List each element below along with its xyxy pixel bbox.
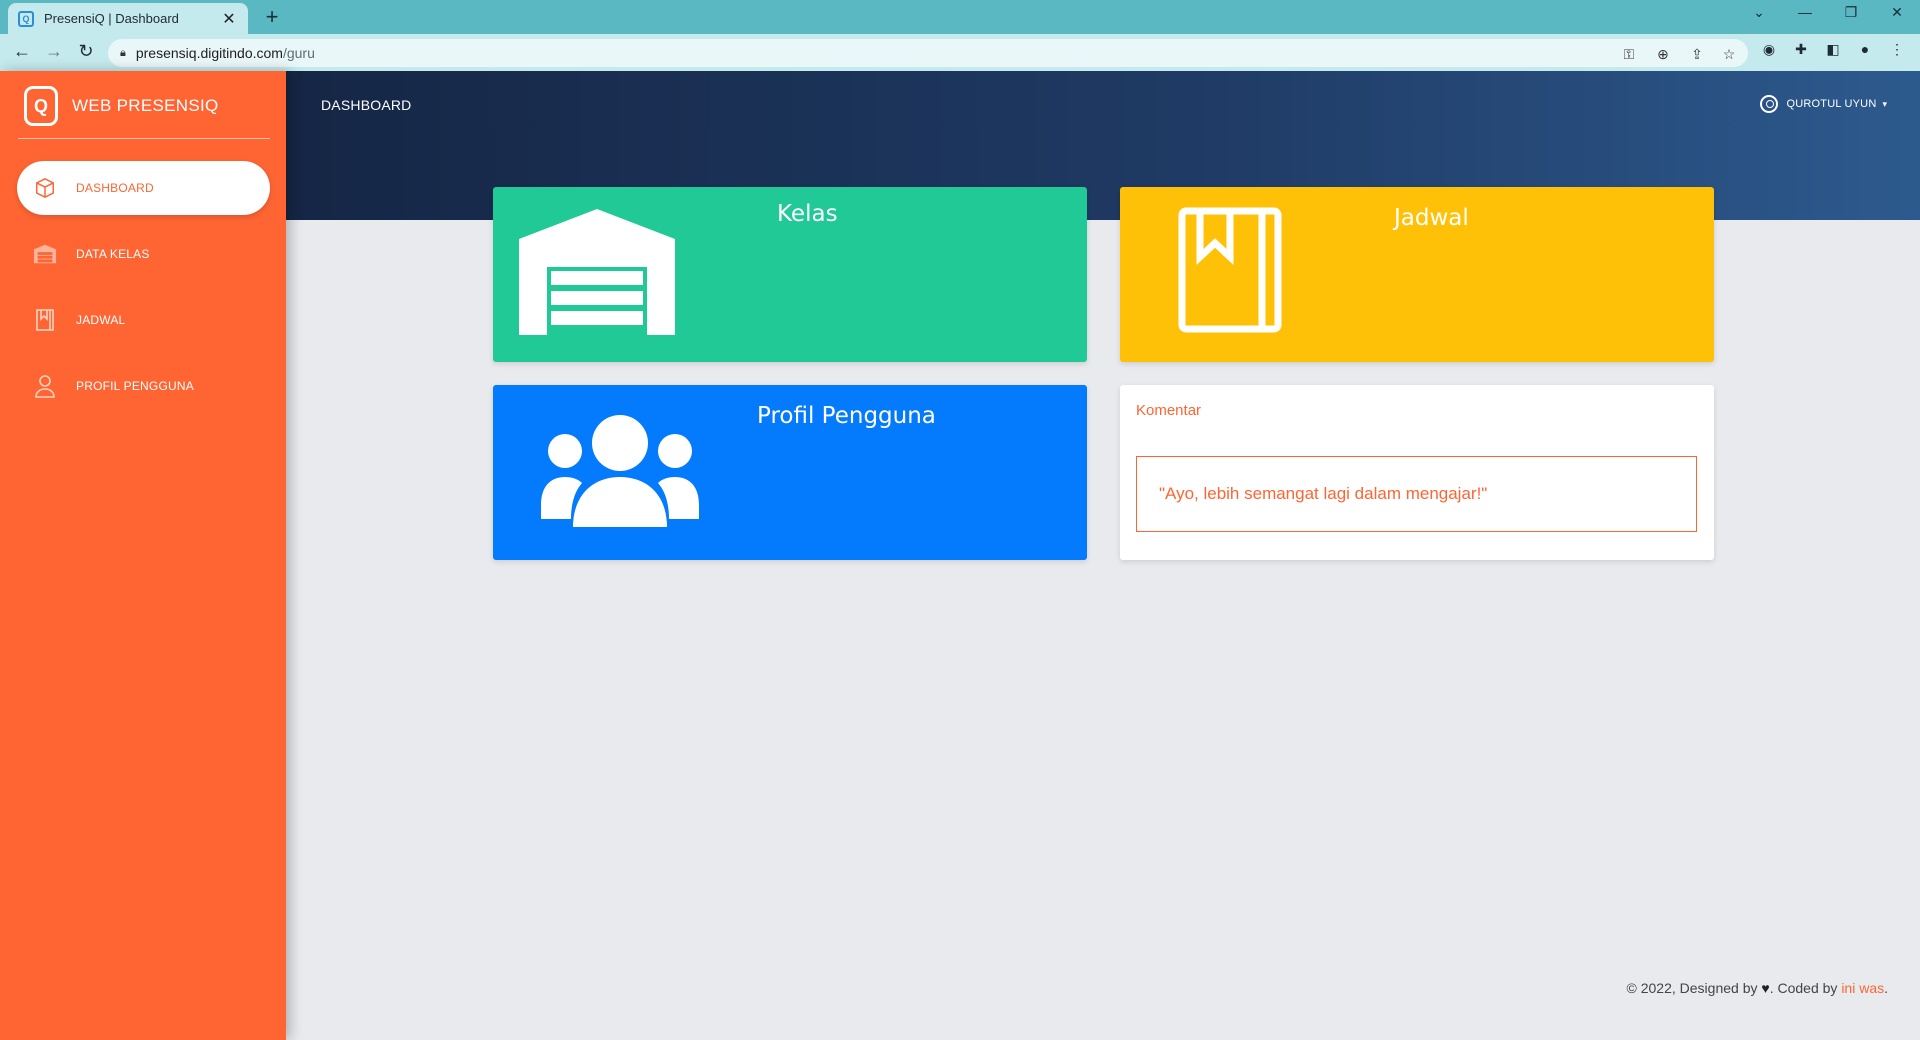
brand-name: WEB PRESENSIQ — [72, 96, 219, 115]
menu-kebab-icon[interactable]: ⋮ — [1886, 41, 1908, 58]
footer-period: . — [1884, 980, 1888, 996]
sidebar-item-dashboard[interactable]: DASHBOARD — [17, 161, 270, 215]
card-title: Jadwal — [1394, 205, 1469, 231]
url-text: presensiq.digitindo.com/guru — [135, 45, 315, 61]
user-name: QUROTUL UYUN — [1786, 98, 1877, 110]
sidebar-item-profil-pengguna[interactable]: PROFIL PENGGUNA — [17, 359, 270, 413]
user-menu[interactable]: QUROTUL UYUN ▾ — [1760, 95, 1887, 113]
coder-link[interactable]: ini was — [1841, 980, 1884, 996]
komentar-box: "Ayo, lebih semangat lagi dalam mengajar… — [1136, 456, 1697, 532]
caret-down-icon: ▾ — [1882, 98, 1887, 109]
tab-close-icon[interactable]: ✕ — [220, 9, 238, 29]
user-icon — [33, 374, 57, 398]
new-tab-button[interactable]: + — [260, 4, 284, 30]
browser-tab-strip: Q PresensiQ | Dashboard ✕ + ⌄ — ❐ ✕ — [0, 0, 1920, 34]
sidebar-divider — [18, 138, 270, 139]
warehouse-icon — [519, 209, 675, 340]
sidebar-item-jadwal[interactable]: JADWAL — [17, 293, 270, 347]
zoom-icon[interactable]: ⊕ — [1652, 46, 1674, 63]
book-icon — [1178, 207, 1282, 338]
heart-icon: ♥ — [1761, 980, 1770, 996]
reload-icon[interactable]: ↻ — [74, 41, 98, 62]
komentar-text: "Ayo, lebih semangat lagi dalam mengajar… — [1159, 484, 1488, 503]
user-circle-icon — [1760, 95, 1779, 113]
lock-icon: 🔒︎ — [120, 46, 126, 59]
extension-circle-icon[interactable]: ◉ — [1758, 41, 1780, 58]
sidebar-item-label: JADWAL — [76, 313, 126, 327]
presensiq-logo-icon: Q — [24, 86, 58, 126]
card-title: Profil Pengguna — [757, 403, 936, 429]
presensiq-favicon-icon: Q — [18, 10, 34, 27]
tab-title: PresensiQ | Dashboard — [44, 11, 179, 26]
kelas-card[interactable]: Kelas — [493, 187, 1087, 362]
close-window-button[interactable]: ✕ — [1882, 4, 1912, 21]
restore-button[interactable]: ❐ — [1836, 4, 1866, 21]
komentar-label: Komentar — [1136, 402, 1202, 419]
sidebar: Q WEB PRESENSIQ DASHBOARD DATA KELAS JAD… — [0, 71, 286, 1040]
minimize-button[interactable]: — — [1790, 4, 1820, 20]
brand[interactable]: Q WEB PRESENSIQ — [24, 86, 270, 126]
warehouse-icon — [33, 242, 57, 266]
key-icon[interactable]: ⚿ — [1618, 46, 1640, 63]
share-icon[interactable]: ⇪ — [1686, 46, 1708, 63]
bookmark-star-icon[interactable]: ☆ — [1718, 46, 1740, 63]
page-title: DASHBOARD — [321, 97, 412, 113]
sidebar-item-label: DATA KELAS — [76, 247, 150, 261]
box-icon — [33, 176, 57, 200]
komentar-card: Komentar "Ayo, lebih semangat lagi dalam… — [1120, 385, 1714, 560]
forward-arrow-icon[interactable]: → — [42, 41, 66, 62]
sidebar-item-data-kelas[interactable]: DATA KELAS — [17, 227, 270, 281]
extensions-puzzle-icon[interactable]: ✚ — [1790, 41, 1812, 58]
footer: © 2022, Designed by ♥. Coded by ini was. — [1627, 980, 1888, 996]
footer-copyright: © 2022, Designed by — [1626, 980, 1758, 996]
back-arrow-icon[interactable]: ← — [10, 41, 34, 62]
sidebar-item-label: PROFIL PENGGUNA — [76, 379, 194, 393]
address-bar[interactable]: 🔒︎ presensiq.digitindo.com/guru ⚿ ⊕ ⇪ ☆ — [108, 39, 1748, 67]
footer-coded-by: . Coded by — [1769, 980, 1838, 996]
tab-search-icon[interactable]: ⌄ — [1744, 4, 1774, 21]
profile-avatar-icon[interactable]: ● — [1854, 41, 1876, 57]
jadwal-card[interactable]: Jadwal — [1120, 187, 1714, 362]
browser-toolbar: ← → ↻ 🔒︎ presensiq.digitindo.com/guru ⚿ … — [0, 34, 1920, 71]
profil-pengguna-card[interactable]: Profil Pengguna — [493, 385, 1087, 560]
card-title: Kelas — [777, 201, 838, 227]
users-icon — [541, 415, 699, 532]
book-icon — [33, 308, 57, 332]
sidebar-item-label: DASHBOARD — [76, 181, 154, 195]
browser-tab[interactable]: Q PresensiQ | Dashboard ✕ — [8, 3, 248, 34]
side-panel-icon[interactable]: ◧ — [1822, 41, 1844, 58]
